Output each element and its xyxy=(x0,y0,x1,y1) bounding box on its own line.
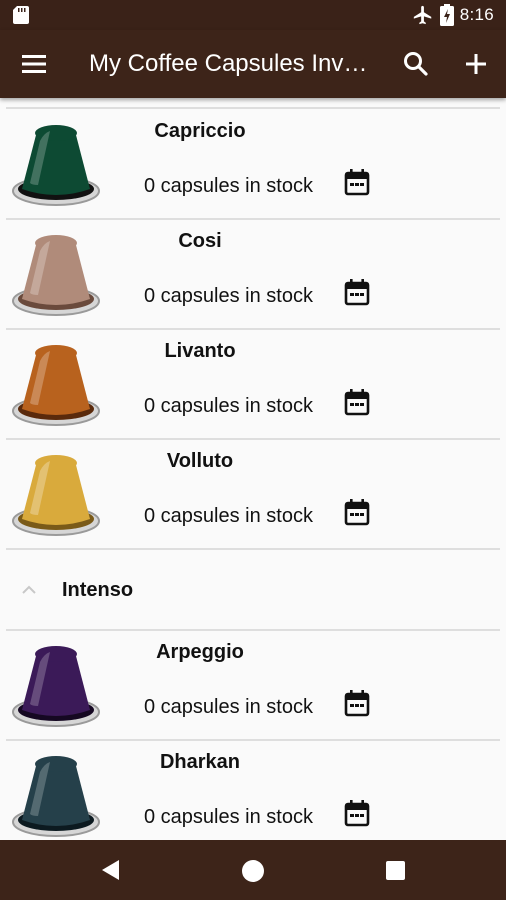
app-bar: My Coffee Capsules Inv… xyxy=(0,30,506,98)
capsule-name: Dharkan xyxy=(159,751,241,773)
capsule-name: Cosi xyxy=(178,230,222,252)
calendar-icon[interactable] xyxy=(344,388,370,416)
capsule-icon xyxy=(12,345,100,426)
calendar-icon[interactable] xyxy=(344,278,370,306)
search-icon[interactable] xyxy=(402,50,430,78)
app-title: My Coffee Capsules Inv… xyxy=(89,50,368,77)
stock-label: 0 capsules in stock xyxy=(144,285,313,307)
capsule-name: Volluto xyxy=(166,450,234,472)
capsule-name: Capriccio xyxy=(154,120,246,142)
capsule-name: Livanto xyxy=(164,340,236,362)
capsule-icon xyxy=(12,455,100,536)
capsule-name: Arpeggio xyxy=(156,641,244,663)
stock-label: 0 capsules in stock xyxy=(144,806,313,828)
capsule-icon xyxy=(12,235,100,316)
calendar-icon[interactable] xyxy=(344,498,370,526)
capsule-list[interactable]: Capriccio 0 capsules in stock Cosi 0 cap… xyxy=(0,98,506,840)
calendar-icon[interactable] xyxy=(344,168,370,196)
stock-label: 0 capsules in stock xyxy=(144,505,313,527)
group-header-intenso[interactable]: Intenso xyxy=(0,550,506,630)
stock-label: 0 capsules in stock xyxy=(144,696,313,718)
calendar-icon[interactable] xyxy=(344,799,370,827)
recent-apps-icon[interactable] xyxy=(386,861,405,880)
calendar-icon[interactable] xyxy=(344,689,370,717)
capsule-item-dharkan[interactable]: Dharkan 0 capsules in stock xyxy=(0,740,506,840)
add-icon[interactable] xyxy=(462,50,490,78)
stock-label: 0 capsules in stock xyxy=(144,395,313,417)
capsule-item-arpeggio[interactable]: Arpeggio 0 capsules in stock xyxy=(0,630,506,740)
capsule-icon xyxy=(12,646,100,727)
capsule-item-cosi[interactable]: Cosi 0 capsules in stock xyxy=(0,219,506,329)
group-label: Intenso xyxy=(62,579,134,601)
airplane-icon xyxy=(413,5,431,25)
back-icon[interactable] xyxy=(100,858,122,882)
sd-card-icon xyxy=(13,6,29,24)
status-time: 8:16 xyxy=(459,5,494,24)
system-nav-bar xyxy=(0,840,506,900)
home-icon[interactable] xyxy=(242,860,264,882)
capsule-item-capriccio[interactable]: Capriccio 0 capsules in stock xyxy=(0,109,506,219)
capsule-item-volluto[interactable]: Volluto 0 capsules in stock xyxy=(0,439,506,549)
capsule-icon xyxy=(12,125,100,206)
menu-icon[interactable] xyxy=(18,50,50,78)
stock-label: 0 capsules in stock xyxy=(144,175,313,197)
status-bar: 8:16 xyxy=(0,0,506,30)
capsule-icon xyxy=(12,756,100,837)
chevron-up-icon[interactable] xyxy=(20,584,38,596)
battery-charging-icon xyxy=(439,4,454,26)
capsule-item-livanto[interactable]: Livanto 0 capsules in stock xyxy=(0,329,506,439)
